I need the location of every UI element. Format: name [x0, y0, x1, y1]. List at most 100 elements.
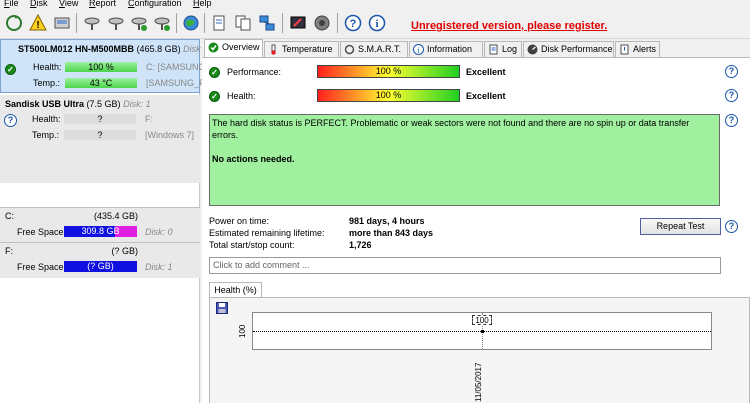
- toolbar: ! ? i Unregistered version, please regis…: [0, 9, 750, 39]
- temp-label: Temp.:: [32, 130, 60, 140]
- save-icon[interactable]: [216, 302, 228, 314]
- power-on-label: Power on time:: [209, 216, 270, 226]
- disk-title: ST500LM012 HN-M500MBB (465.8 GB) Disk: [18, 44, 201, 54]
- repeat-help-icon[interactable]: ?: [725, 220, 738, 233]
- plot-area: 100: [252, 312, 712, 350]
- svg-text:i: i: [375, 18, 378, 30]
- tab-alerts[interactable]: Alerts: [615, 41, 660, 57]
- svg-text:?: ?: [350, 18, 357, 30]
- health-bar: ?: [64, 114, 136, 124]
- menu-view[interactable]: View: [59, 0, 78, 8]
- menu-bar: File Disk View Report Configuration Help: [0, 0, 750, 9]
- refresh-icon[interactable]: [3, 12, 25, 34]
- health-ok-icon: ✓: [209, 91, 220, 102]
- remaining-value: more than 843 days: [349, 228, 434, 238]
- overview-panel: ✓ Performance: 100 % Excellent ? ✓ Healt…: [202, 57, 750, 403]
- health-help-icon[interactable]: ?: [725, 89, 738, 102]
- unregistered-link[interactable]: Unregistered version, please register.: [411, 20, 607, 32]
- health-extra: C: [SAMSUNG: [146, 62, 206, 72]
- disk-item-0[interactable]: ST500LM012 HN-M500MBB (465.8 GB) Disk ✓ …: [0, 39, 206, 93]
- transfer-icon-2[interactable]: [105, 12, 127, 34]
- temp-extra: [Windows 7]: [145, 130, 195, 140]
- disk-list-panel: ST500LM012 HN-M500MBB (465.8 GB) Disk ✓ …: [0, 39, 206, 403]
- performance-icon: [527, 44, 538, 55]
- status-message-box: The hard disk status is PERFECT. Problem…: [209, 114, 720, 206]
- startstop-label: Total start/stop count:: [209, 240, 295, 250]
- volume-size: (? GB): [111, 246, 138, 256]
- volume-item-c[interactable]: C: (435.4 GB) Free Space 309.8 GB Disk: …: [0, 207, 200, 243]
- comment-input[interactable]: Click to add comment ...: [209, 257, 721, 274]
- performance-help-icon[interactable]: ?: [725, 65, 738, 78]
- tab-log[interactable]: Log: [484, 41, 522, 57]
- settings-icon[interactable]: [287, 12, 309, 34]
- status-help-icon[interactable]: ?: [725, 114, 738, 127]
- globe-icon[interactable]: [180, 12, 202, 34]
- smart-icon: [344, 44, 355, 55]
- health-bar: 100 %: [65, 62, 137, 72]
- document-icon[interactable]: [208, 12, 230, 34]
- health-bar: 100 %: [317, 89, 460, 102]
- free-space-label: Free Space: [17, 262, 64, 272]
- free-space-label: Free Space: [17, 227, 64, 237]
- disk-title: Sandisk USB Ultra (7.5 GB) Disk: 1: [5, 99, 151, 109]
- health-label: Health:: [33, 62, 62, 72]
- menu-disk[interactable]: Disk: [30, 0, 48, 8]
- unknown-status-icon: ?: [4, 114, 17, 127]
- repeat-test-button[interactable]: Repeat Test: [640, 218, 721, 235]
- network-icon[interactable]: [256, 12, 278, 34]
- remaining-label: Estimated remaining lifetime:: [209, 228, 325, 238]
- alerts-icon: [620, 44, 629, 55]
- tab-overview[interactable]: Overview: [204, 39, 263, 57]
- tab-disk-performance[interactable]: Disk Performance: [523, 41, 614, 57]
- health-extra: F:: [145, 114, 153, 124]
- thermometer-icon: [271, 44, 276, 55]
- startstop-value: 1,726: [349, 240, 372, 250]
- menu-report[interactable]: Report: [89, 0, 116, 8]
- copy-icon[interactable]: [232, 12, 254, 34]
- status-action: No actions needed.: [212, 154, 295, 164]
- disk-drive-icon[interactable]: [51, 12, 73, 34]
- menu-file[interactable]: File: [4, 0, 19, 8]
- power-on-value: 981 days, 4 hours: [349, 216, 425, 226]
- performance-bar: 100 %: [317, 65, 460, 78]
- temp-bar: 43 °C: [65, 78, 137, 88]
- disk-item-1[interactable]: Sandisk USB Ultra (7.5 GB) Disk: 1 ? Hea…: [0, 95, 200, 183]
- transfer-icon-4[interactable]: [151, 12, 173, 34]
- tab-information[interactable]: i Information: [409, 41, 483, 57]
- menu-configuration[interactable]: Configuration: [128, 0, 182, 8]
- log-icon: [489, 44, 498, 55]
- free-space-bar: 309.8 GB: [64, 226, 137, 237]
- transfer-icon-3[interactable]: [128, 12, 150, 34]
- status-text: The hard disk status is PERFECT. Problem…: [212, 118, 690, 140]
- transfer-icon-1[interactable]: [81, 12, 103, 34]
- ok-check-icon: ✓: [5, 64, 16, 75]
- volume-name: F:: [5, 246, 13, 256]
- performance-label: Performance:: [227, 67, 282, 77]
- warning-icon[interactable]: !: [27, 12, 49, 34]
- free-space-bar: (? GB): [64, 261, 137, 272]
- volume-disk: Disk: 1: [145, 262, 173, 272]
- temp-label: Temp.:: [33, 78, 61, 88]
- tab-smart[interactable]: S.M.A.R.T.: [340, 41, 408, 57]
- health-label: Health:: [227, 91, 256, 101]
- chart-tab-health[interactable]: Health (%): [209, 282, 262, 298]
- svg-text:!: !: [36, 20, 39, 31]
- health-chart: 100 100 11/05/2017: [209, 297, 750, 403]
- volume-size: (435.4 GB): [93, 211, 138, 221]
- data-point: [481, 330, 484, 333]
- performance-rating: Excellent: [466, 67, 506, 77]
- volume-disk: Disk: 0: [145, 227, 173, 237]
- tab-bar: Overview Temperature S.M.A.R.T. i Inform…: [202, 39, 750, 57]
- menu-help[interactable]: Help: [193, 0, 212, 8]
- tab-temperature[interactable]: Temperature: [264, 41, 339, 57]
- data-label: 100: [472, 315, 492, 325]
- health-label: Health:: [32, 114, 61, 124]
- volume-item-f[interactable]: F: (? GB) Free Space (? GB) Disk: 1: [0, 242, 200, 278]
- temp-extra: [SAMSUNG_F: [146, 78, 205, 88]
- info-icon[interactable]: i: [366, 12, 388, 34]
- help-icon[interactable]: ?: [342, 12, 364, 34]
- performance-ok-icon: ✓: [209, 67, 220, 78]
- speaker-icon[interactable]: [311, 12, 333, 34]
- x-tick-label: 11/05/2017: [474, 362, 483, 402]
- info-icon: i: [413, 44, 424, 55]
